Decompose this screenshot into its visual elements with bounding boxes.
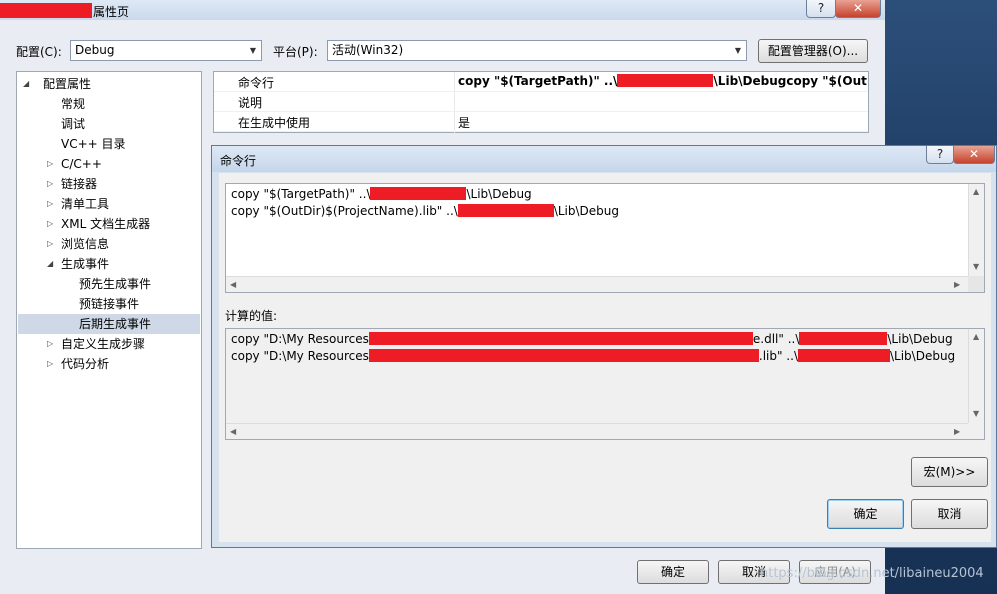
collapsed-triangle-icon: ▷ xyxy=(47,339,54,348)
tree-item-debugging[interactable]: 调试 xyxy=(61,114,85,134)
dialog-close-button[interactable]: ✕ xyxy=(953,146,995,164)
redacted-path xyxy=(797,349,890,362)
close-button[interactable]: ✕ xyxy=(835,0,881,18)
code-text: \Lib\Debug xyxy=(553,204,620,218)
ok-button[interactable]: 确定 xyxy=(637,560,709,584)
code-text: copy "$(OutDir)$(ProjectName).lib" ..\ xyxy=(231,204,458,218)
property-grid: 命令行 copy "$(TargetPath)" ..\ \Lib\Debugco… xyxy=(213,71,869,134)
redacted-path xyxy=(368,349,759,362)
evaluated-value-box[interactable]: copy "D:\My Resources e.dll" ..\ \Lib\Debu… xyxy=(225,328,985,440)
scroll-down-icon[interactable]: ▼ xyxy=(973,262,979,271)
tree-item-label: 浏览信息 xyxy=(61,237,110,251)
tree-item-label: 链接器 xyxy=(61,177,98,191)
property-value-part: copy "$(TargetPath)" ..\ xyxy=(458,74,618,88)
config-label: 配置(C): xyxy=(16,45,62,59)
property-name: 说明 xyxy=(238,96,263,110)
platform-select-value: 活动(Win32) xyxy=(332,43,404,57)
property-tree: ◢ 配置属性 常规 调试 VC++ 目录 ▷ C/C++ ▷ 链接器 ▷ 清单工… xyxy=(16,71,202,549)
chevron-down-icon: ▼ xyxy=(734,46,741,55)
code-text: e.dll" ..\ xyxy=(752,332,800,346)
tree-item-label: C/C++ xyxy=(61,157,102,171)
code-text: \Lib\Debug xyxy=(887,332,953,346)
redacted-path xyxy=(368,332,753,345)
scroll-left-icon[interactable]: ◀ xyxy=(230,280,236,289)
vertical-scrollbar[interactable]: ▲ ▼ xyxy=(968,184,984,276)
chevron-down-icon: ▼ xyxy=(249,46,256,55)
config-select[interactable]: Debug ▼ xyxy=(70,40,262,61)
code-text: \Lib\Debug xyxy=(889,349,956,363)
property-name: 在生成中使用 xyxy=(238,116,311,130)
horizontal-scrollbar[interactable]: ◀ ▶ xyxy=(226,276,968,292)
command-line-dialog: 命令行 ? ✕ copy "$(TargetPath)" ..\ \Lib\Deb… xyxy=(211,145,997,548)
scroll-right-icon[interactable]: ▶ xyxy=(954,280,960,289)
scroll-up-icon[interactable]: ▲ xyxy=(973,332,979,341)
code-text: .lib" ..\ xyxy=(758,349,798,363)
dialog-titlebar: 命令行 ? ✕ xyxy=(212,146,996,172)
command-line-2: copy "$(OutDir)$(ProjectName).lib" ..\ \L… xyxy=(231,204,619,218)
redacted-path xyxy=(799,332,888,345)
tree-item-general[interactable]: 常规 xyxy=(61,94,85,114)
code-text: copy "$(TargetPath)" ..\ xyxy=(231,187,371,201)
collapsed-triangle-icon: ▷ xyxy=(47,159,54,168)
dialog-body: copy "$(TargetPath)" ..\ \Lib\Debug copy … xyxy=(219,173,991,542)
redacted-path xyxy=(457,204,554,217)
evaluated-line-1: copy "D:\My Resources e.dll" ..\ \Lib\Debu… xyxy=(231,332,953,346)
tree-item-label: 代码分析 xyxy=(61,357,110,371)
tree-item-label: XML 文档生成器 xyxy=(61,217,151,231)
tree-item-label: 清单工具 xyxy=(61,197,110,211)
tree-item-pre-link-event[interactable]: 预链接事件 xyxy=(79,294,139,314)
redacted-project-name xyxy=(0,3,92,18)
tree-item-pre-build-event[interactable]: 预先生成事件 xyxy=(79,274,151,294)
expanded-triangle-icon: ◢ xyxy=(23,79,30,88)
tree-item-label: 生成事件 xyxy=(61,257,110,271)
property-value: copy "$(TargetPath)" ..\ \Lib\Debugcopy "… xyxy=(458,74,868,88)
config-manager-button[interactable]: 配置管理器(O)... xyxy=(758,39,868,63)
collapsed-triangle-icon: ▷ xyxy=(47,219,54,228)
property-row-use-in-build[interactable]: 在生成中使用 是 xyxy=(214,112,868,132)
collapsed-triangle-icon: ▷ xyxy=(47,359,54,368)
command-textarea[interactable]: copy "$(TargetPath)" ..\ \Lib\Debug copy … xyxy=(225,183,985,293)
redacted-path xyxy=(370,187,467,200)
horizontal-scrollbar[interactable]: ◀ ▶ xyxy=(226,423,968,439)
collapsed-triangle-icon: ▷ xyxy=(47,199,54,208)
collapsed-triangle-icon: ▷ xyxy=(47,239,54,248)
tree-item-vc-directories[interactable]: VC++ 目录 xyxy=(61,134,126,154)
property-row-description[interactable]: 说明 xyxy=(214,92,868,112)
scroll-up-icon[interactable]: ▲ xyxy=(973,187,979,196)
tree-item-label: 配置属性 xyxy=(43,77,92,91)
platform-label: 平台(P): xyxy=(273,45,318,59)
property-name: 命令行 xyxy=(238,76,275,90)
dialog-ok-button[interactable]: 确定 xyxy=(827,499,904,529)
scrollbar-corner xyxy=(968,276,984,292)
command-line-1: copy "$(TargetPath)" ..\ \Lib\Debug xyxy=(231,187,532,201)
dialog-title: 命令行 xyxy=(220,154,257,168)
property-row-command-line[interactable]: 命令行 copy "$(TargetPath)" ..\ \Lib\Debugco… xyxy=(214,72,868,92)
code-text: copy "D:\My Resources xyxy=(231,332,369,346)
tree-item-post-build-event[interactable]: 后期生成事件 xyxy=(79,314,151,334)
code-text: \Lib\Debug xyxy=(466,187,532,201)
scroll-down-icon[interactable]: ▼ xyxy=(973,409,979,418)
code-text: copy "D:\My Resources xyxy=(231,349,369,363)
scroll-left-icon[interactable]: ◀ xyxy=(230,427,236,436)
window-title: 属性页 xyxy=(93,5,130,19)
help-button[interactable]: ? xyxy=(806,0,836,18)
expanded-triangle-icon: ◢ xyxy=(47,259,54,268)
platform-select[interactable]: 活动(Win32) ▼ xyxy=(327,40,747,61)
watermark: https://blog.csdn.net/libaineu2004 xyxy=(760,566,984,581)
window-titlebar: 属性页 ? ✕ xyxy=(0,0,885,20)
dialog-help-button[interactable]: ? xyxy=(926,146,954,164)
evaluated-line-2: copy "D:\My Resources .lib" ..\ \Lib\Debug xyxy=(231,349,955,363)
dialog-cancel-button[interactable]: 取消 xyxy=(911,499,988,529)
tree-item-label: 自定义生成步骤 xyxy=(61,337,146,351)
property-value: 是 xyxy=(458,116,471,130)
macros-button[interactable]: 宏(M)>> xyxy=(911,457,988,487)
config-select-value: Debug xyxy=(75,43,115,57)
evaluated-value-label: 计算的值: xyxy=(225,309,278,323)
vertical-scrollbar[interactable]: ▲ ▼ xyxy=(968,329,984,423)
collapsed-triangle-icon: ▷ xyxy=(47,179,54,188)
scroll-right-icon[interactable]: ▶ xyxy=(954,427,960,436)
redacted-path xyxy=(617,74,714,87)
property-value-part: \Lib\Debugcopy "$(OutDir) xyxy=(713,74,868,88)
